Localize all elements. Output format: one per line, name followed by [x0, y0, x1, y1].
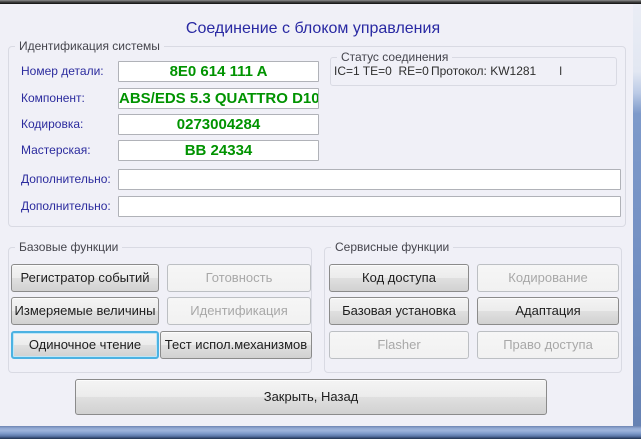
- basic-setting-button[interactable]: Базовая установка: [329, 297, 469, 325]
- part-number-label: Номер детали:: [21, 64, 104, 78]
- coding-field: 0273004284: [118, 114, 319, 135]
- access-rights-button: Право доступа: [477, 331, 619, 359]
- extra-2-label: Дополнительно:: [21, 199, 111, 213]
- coding-label: Кодировка:: [21, 117, 84, 131]
- coding-button: Кодирование: [477, 264, 619, 292]
- component-field: ABS/EDS 5.3 QUATTRO D10: [118, 88, 319, 109]
- workshop-label: Мастерская:: [21, 143, 91, 157]
- service-functions-label: Сервисные функции: [331, 240, 454, 255]
- status-indicator: I: [559, 64, 563, 78]
- window-right-border: [633, 4, 641, 426]
- component-label: Компонент:: [21, 91, 85, 105]
- system-identification-label: Идентификация системы: [15, 39, 164, 54]
- control-unit-connection-dialog: Соединение с блоком управления Идентифик…: [0, 0, 641, 439]
- actuator-test-button[interactable]: Тест испол.механизмов: [160, 331, 312, 359]
- protocol-text: Протокол: KW1281: [431, 64, 537, 78]
- single-reading-button[interactable]: Одиночное чтение: [11, 331, 159, 359]
- window-top-edge: [0, 0, 641, 4]
- workshop-field: BB 24334: [118, 140, 319, 161]
- status-counters: IC=1 TE=0 RE=0: [334, 64, 429, 78]
- extra-1-label: Дополнительно:: [21, 172, 111, 186]
- readiness-button: Готовность: [167, 264, 311, 292]
- identification-button: Идентификация: [167, 297, 311, 325]
- service-functions-group: Сервисные функции Код доступа Кодировани…: [324, 240, 622, 373]
- extra-2-field: [118, 196, 621, 217]
- basic-functions-label: Базовые функции: [15, 240, 123, 255]
- flasher-button: Flasher: [329, 331, 469, 359]
- event-log-button[interactable]: Регистратор событий: [11, 264, 159, 292]
- adaptation-button[interactable]: Адаптация: [477, 297, 619, 325]
- connection-status-group: Статус соединения IC=1 TE=0 RE=0 Протоко…: [330, 50, 617, 86]
- dialog-title: Соединение с блоком управления: [185, 20, 441, 37]
- basic-functions-group: Базовые функции Регистратор событий Гото…: [8, 240, 312, 373]
- measuring-values-button[interactable]: Измеряемые величины: [11, 297, 159, 325]
- extra-1-field: [118, 169, 621, 190]
- window-bottom-border: [0, 426, 641, 439]
- access-code-button[interactable]: Код доступа: [329, 264, 469, 292]
- close-back-button[interactable]: Закрыть, Назад: [75, 379, 547, 415]
- part-number-field: 8E0 614 111 A: [118, 61, 319, 82]
